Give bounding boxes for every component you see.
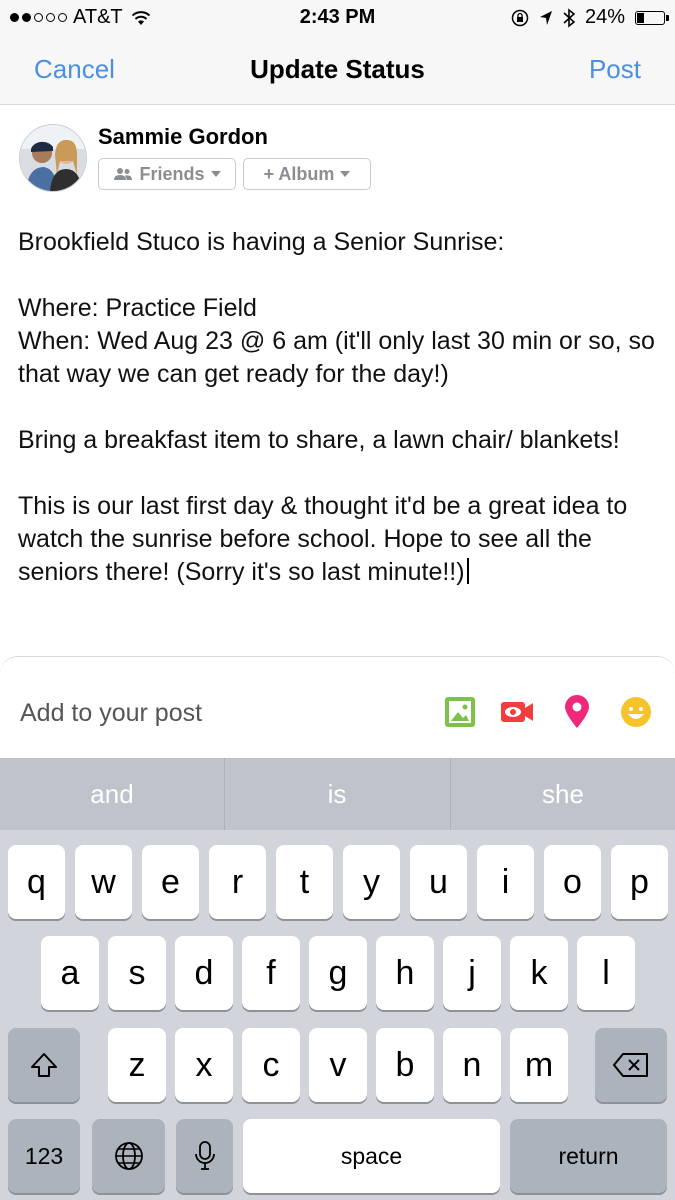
chevron-down-icon [340,171,351,177]
emoji-icon[interactable] [619,695,653,729]
audience-label: Friends [139,163,205,184]
text-cursor [466,558,469,584]
key[interactable]: e [142,845,199,919]
suggestion-bar: and is she [0,758,675,830]
microphone-icon [194,1141,215,1170]
key[interactable]: w [75,845,132,919]
space-key[interactable]: space [243,1119,500,1193]
key[interactable]: x [175,1028,233,1102]
key[interactable]: i [477,845,534,919]
post-text-input[interactable]: Brookfield Stuco is having a Senior Sunr… [18,226,663,589]
shift-key[interactable] [8,1028,80,1102]
key[interactable]: v [309,1028,367,1102]
key[interactable]: d [175,936,233,1010]
key[interactable]: p [611,845,668,919]
key[interactable]: y [343,845,400,919]
key[interactable]: u [410,845,467,919]
chevron-down-icon [210,171,221,177]
globe-icon [114,1142,143,1170]
shift-icon [31,1053,57,1077]
key[interactable]: k [510,936,568,1010]
suggestion-item[interactable]: she [451,758,675,830]
friends-icon [114,168,133,180]
location-icon[interactable] [560,695,594,729]
numbers-key[interactable]: 123 [8,1119,80,1193]
backspace-key[interactable] [595,1028,667,1102]
key[interactable]: s [108,936,166,1010]
key[interactable]: j [443,936,501,1010]
post-text: Brookfield Stuco is having a Senior Sunr… [18,228,655,586]
key[interactable]: o [544,845,601,919]
location-arrow-icon [539,10,552,25]
key[interactable]: a [41,936,99,1010]
nav-bar: Cancel Update Status Post [0,36,675,105]
keyboard: and is she q w e r t y u i o p a s d f g… [0,758,675,1200]
key[interactable]: n [443,1028,501,1102]
add-to-post-label: Add to your post [20,699,203,727]
post-button[interactable]: Post [589,54,641,85]
return-key[interactable]: return [510,1119,667,1193]
key[interactable]: q [8,845,65,919]
key[interactable]: l [577,936,635,1010]
key[interactable]: c [242,1028,300,1102]
key[interactable]: g [309,936,367,1010]
suggestion-item[interactable]: and [0,758,224,830]
globe-key[interactable] [92,1119,165,1193]
album-label: + Album [263,163,335,184]
key[interactable]: z [108,1028,166,1102]
avatar [19,124,87,192]
key[interactable]: t [276,845,333,919]
page-title: Update Status [250,54,425,84]
key[interactable]: m [510,1028,568,1102]
status-bar: AT&T 2:43 PM 24% [0,0,675,36]
bluetooth-icon [563,7,575,28]
orientation-lock-icon [511,9,529,26]
key[interactable]: h [376,936,434,1010]
key[interactable]: r [209,845,266,919]
dictation-key[interactable] [176,1119,233,1193]
user-name: Sammie Gordon [98,124,268,149]
battery-percent: 24% [584,6,625,28]
battery-icon [635,10,669,25]
album-selector[interactable]: + Album [243,158,371,190]
video-icon[interactable] [500,695,534,729]
key[interactable]: f [242,936,300,1010]
audience-selector[interactable]: Friends [98,158,236,190]
photo-icon[interactable] [443,695,477,729]
key[interactable]: b [376,1028,434,1102]
suggestion-item[interactable]: is [225,758,449,830]
backspace-icon [613,1053,648,1077]
status-right: 24% [511,6,669,29]
add-to-post-bar: Add to your post [0,656,675,759]
